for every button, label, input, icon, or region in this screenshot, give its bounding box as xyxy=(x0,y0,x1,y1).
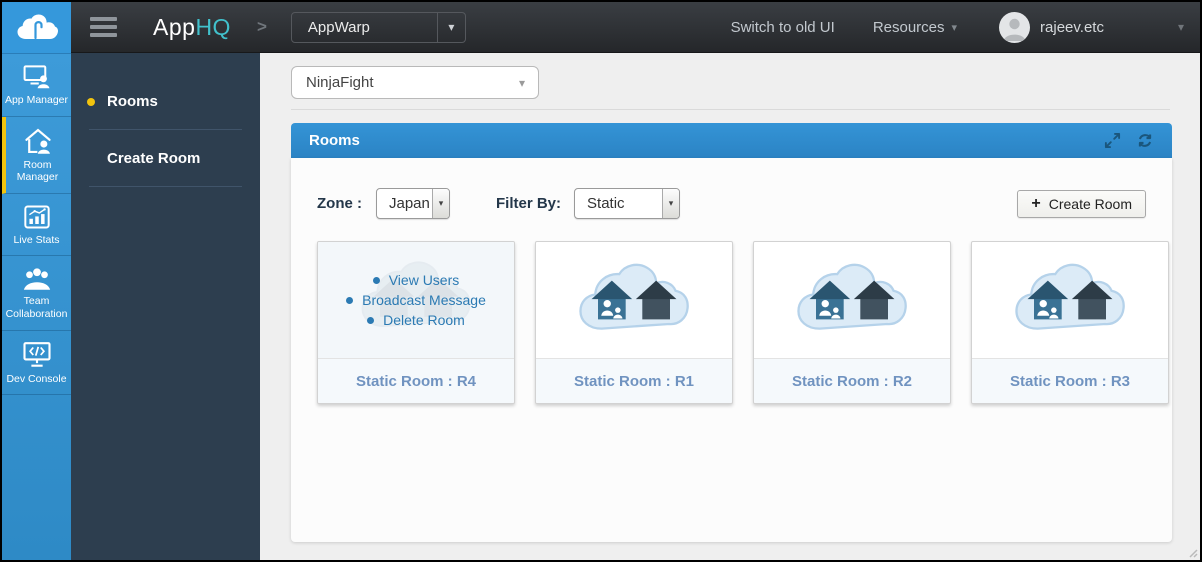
game-selector-dropdown[interactable]: NinjaFight ▾ xyxy=(291,66,539,99)
game-selector-value: NinjaFight xyxy=(306,74,374,91)
create-room-button[interactable]: + Create Room xyxy=(1017,189,1146,218)
room-cloud-icon xyxy=(579,263,689,330)
sidebar-item-team-collaboration[interactable]: Team Collaboration xyxy=(2,256,71,331)
app-manager-icon xyxy=(23,65,49,89)
broadcast-message-action[interactable]: Broadcast Message xyxy=(346,292,486,308)
resources-menu[interactable]: Resources ▾ xyxy=(873,19,957,36)
main-content: NinjaFight ▾ Rooms Zone: Japan ▾ Filter… xyxy=(260,53,1200,560)
delete-room-action[interactable]: Delete Room xyxy=(367,312,465,328)
user-avatar[interactable] xyxy=(999,11,1031,43)
sidebar-item-live-stats[interactable]: Live Stats xyxy=(2,194,71,257)
room-card-r4[interactable]: View Users Broadcast Message Delete Room xyxy=(317,241,515,404)
room-card-body: View Users Broadcast Message Delete Room xyxy=(318,242,514,358)
bullet-icon xyxy=(372,276,380,284)
room-card-r1[interactable]: Static Room : R1 xyxy=(535,241,733,404)
zone-label: Zone : xyxy=(317,195,362,212)
user-menu-caret-icon[interactable]: ▾ xyxy=(1178,20,1184,34)
secondary-sidebar: Rooms Create Room xyxy=(71,53,260,560)
filter-by-select[interactable]: Static ▾ xyxy=(574,188,681,219)
app-selector-value: AppWarp xyxy=(307,18,370,36)
filter-select-value: Static xyxy=(587,195,625,212)
filter-controls: Zone : Japan ▾ Filter By: Static ▾ + Cre… xyxy=(317,188,1146,219)
room-card-r3[interactable]: Static Room : R3 xyxy=(971,241,1169,404)
room-card-r2[interactable]: Static Room : R2 xyxy=(753,241,951,404)
switch-old-ui-link[interactable]: Switch to old UI xyxy=(731,19,835,36)
window-resize-grip-icon[interactable] xyxy=(1186,546,1198,558)
rooms-panel: Rooms Zone: Japan ▾ Filter By: Static ▾… xyxy=(291,123,1172,542)
subsidebar-item-rooms[interactable]: Rooms xyxy=(71,80,260,123)
room-card-label: Static Room : R1 xyxy=(536,358,732,403)
team-collaboration-icon xyxy=(23,268,50,291)
bullet-icon xyxy=(367,316,375,324)
zone-select[interactable]: Japan ▾ xyxy=(376,188,450,219)
primary-sidebar: App Manager Room Manager Live Stats Team… xyxy=(2,53,71,560)
divider xyxy=(291,109,1170,110)
plus-icon: + xyxy=(1031,194,1041,212)
rooms-panel-body: Zone : Japan ▾ Filter By: Static ▾ + Cre… xyxy=(291,158,1172,542)
room-card-label: Static Room : R4 xyxy=(318,358,514,403)
brand-title: AppHQ xyxy=(153,13,231,40)
username-label: rajeev.etc xyxy=(1040,18,1104,36)
caret-down-icon: ▾ xyxy=(518,75,525,90)
sidebar-item-dev-console[interactable]: Dev Console xyxy=(2,331,71,396)
expand-arrows-icon[interactable] xyxy=(1104,132,1121,149)
sidebar-item-room-manager[interactable]: Room Manager xyxy=(2,116,71,194)
room-card-label: Static Room : R2 xyxy=(754,358,950,403)
bullet-icon xyxy=(346,296,354,304)
room-card-body xyxy=(536,242,732,358)
divider xyxy=(89,129,242,130)
room-card-label: Static Room : R3 xyxy=(972,358,1168,403)
divider xyxy=(89,186,242,187)
panel-title: Rooms xyxy=(309,132,360,149)
room-action-menu: View Users Broadcast Message Delete Room xyxy=(346,272,486,328)
refresh-icon[interactable] xyxy=(1136,132,1154,149)
person-icon xyxy=(1003,18,1026,41)
zone-select-value: Japan xyxy=(389,195,430,212)
view-users-action[interactable]: View Users xyxy=(372,272,459,288)
live-stats-icon xyxy=(23,205,50,229)
room-manager-icon xyxy=(24,128,51,154)
breadcrumb-chevron-icon: > xyxy=(256,17,267,36)
room-card-body xyxy=(754,242,950,358)
menu-hamburger-icon[interactable] xyxy=(90,17,117,37)
topbar: AppHQ > AppWarp ▾ Switch to old UI Resou… xyxy=(2,2,1200,53)
caret-down-icon: ▾ xyxy=(951,21,958,34)
room-card-body xyxy=(972,242,1168,358)
room-cloud-icon xyxy=(797,263,907,330)
cloud-logo-icon xyxy=(17,14,58,39)
dev-console-icon xyxy=(22,341,51,367)
sidebar-item-app-manager[interactable]: App Manager xyxy=(2,54,71,117)
active-dot-icon xyxy=(87,97,95,106)
filter-by-label: Filter By: xyxy=(496,195,562,212)
caret-down-icon: ▾ xyxy=(662,189,680,218)
subsidebar-item-create-room[interactable]: Create Room xyxy=(71,137,260,180)
app-selector-dropdown[interactable]: AppWarp ▾ xyxy=(290,11,466,43)
room-cloud-icon xyxy=(1015,263,1125,330)
room-cards-row: View Users Broadcast Message Delete Room xyxy=(317,241,1169,404)
caret-down-icon: ▾ xyxy=(432,189,449,218)
caret-down-icon: ▾ xyxy=(436,12,465,42)
app-window: AppHQ > AppWarp ▾ Switch to old UI Resou… xyxy=(0,0,1202,562)
rooms-panel-header: Rooms xyxy=(291,123,1172,158)
brand-logo[interactable] xyxy=(2,2,71,53)
